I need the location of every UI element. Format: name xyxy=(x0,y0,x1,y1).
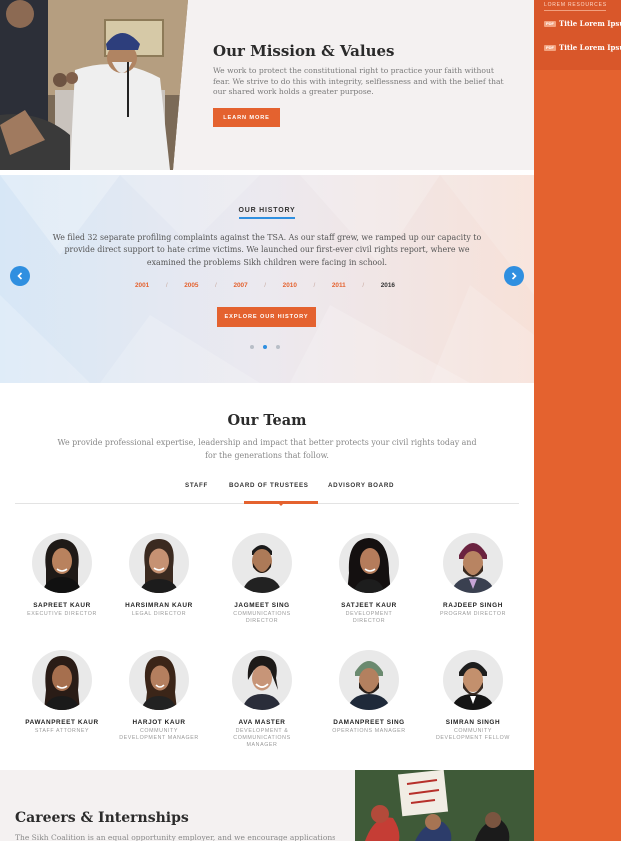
member-name: AVA MASTER xyxy=(238,719,286,726)
tab-staff[interactable]: STAFF xyxy=(185,482,208,489)
member-role: OPERATIONS MANAGER xyxy=(332,728,406,734)
team-member-card[interactable]: HARJOT KAUR COMMUNITY DEVELOPMENT MANAGE… xyxy=(107,650,211,742)
avatar xyxy=(443,650,503,710)
avatar xyxy=(232,650,292,710)
carousel-prev-button[interactable] xyxy=(10,266,30,286)
resource-link[interactable]: PDF Title Lorem Ipsum xyxy=(544,19,621,28)
careers-photo xyxy=(355,770,534,841)
member-role: DEVELOPMENT & COMMUNICATIONS MANAGER xyxy=(233,728,291,748)
pdf-icon: PDF xyxy=(544,20,556,27)
carousel-dot[interactable] xyxy=(250,345,254,349)
member-name: JAGMEET SING xyxy=(234,602,290,609)
team-member-card[interactable]: PAWANPREET KAUR STAFF ATTORNEY xyxy=(10,650,114,735)
careers-description: The Sikh Coalition is an equal opportuni… xyxy=(15,833,335,841)
year-link[interactable]: 2011 xyxy=(332,282,346,289)
member-name: HARJOT KAUR xyxy=(132,719,186,726)
mission-section: Our Mission & Values We work to protect … xyxy=(0,0,534,170)
careers-title: Careers & Internships xyxy=(15,810,189,826)
member-role: PROGRAM DIRECTOR xyxy=(439,611,506,617)
tab-advisory-board[interactable]: ADVISORY BOARD xyxy=(328,482,394,489)
team-member-card[interactable]: JAGMEET SING COMMUNICATIONS DIRECTOR xyxy=(210,533,314,625)
year-separator: / xyxy=(165,282,168,289)
member-role: STAFF ATTORNEY xyxy=(34,728,90,734)
member-name: SIMRAN SINGH xyxy=(445,719,501,726)
mission-title: Our Mission & Values xyxy=(213,42,395,60)
team-member-card[interactable]: SIMRAN SINGH COMMUNITY DEVELOPMENT FELLO… xyxy=(421,650,525,742)
active-tab-notch xyxy=(278,503,284,506)
history-section: OUR HISTORY We filed 32 separate profili… xyxy=(0,175,534,383)
avatar xyxy=(32,533,92,593)
history-label: OUR HISTORY xyxy=(238,207,296,214)
member-role: DEVELOPMENT DIRECTOR xyxy=(345,611,393,624)
year-timeline: 2001 / 2005 / 2007 / 2010 / 2011 / 2016 xyxy=(135,282,395,289)
tab-board-of-trustees[interactable]: BOARD OF TRUSTEES xyxy=(229,482,309,489)
year-link[interactable]: 2010 xyxy=(283,282,297,289)
member-name: DAMANPREET SING xyxy=(333,719,405,726)
resources-divider xyxy=(544,10,606,11)
resources-panel: LOREM RESOURCES PDF Title Lorem Ipsum PD… xyxy=(534,0,621,70)
resources-heading: LOREM RESOURCES xyxy=(544,2,607,8)
member-name: SAPREET KAUR xyxy=(33,602,91,609)
team-member-card[interactable]: AVA MASTER DEVELOPMENT & COMMUNICATIONS … xyxy=(210,650,314,748)
year-separator: / xyxy=(215,282,217,289)
resource-title: Title Lorem Ipsum xyxy=(559,43,621,52)
resource-link[interactable]: PDF Title Lorem Ipsum xyxy=(544,43,621,52)
avatar xyxy=(129,650,189,710)
member-role: COMMUNICATIONS DIRECTOR xyxy=(233,611,291,624)
history-text: We filed 32 separate profiling complaint… xyxy=(52,233,482,267)
avatar xyxy=(232,533,292,593)
avatar xyxy=(32,650,92,710)
team-title: Our Team xyxy=(227,412,307,429)
carousel-dot-active[interactable] xyxy=(263,345,267,349)
member-name: RAJDEEP SINGH xyxy=(443,602,503,609)
year-separator: / xyxy=(362,282,365,289)
year-link-active[interactable]: 2016 xyxy=(381,282,395,289)
team-member-card[interactable]: SATJEET KAUR DEVELOPMENT DIRECTOR xyxy=(317,533,421,625)
year-link[interactable]: 2005 xyxy=(184,282,198,289)
resources-sidebar: LOREM RESOURCES PDF Title Lorem Ipsum PD… xyxy=(534,0,621,841)
learn-more-button[interactable]: LEARN MORE xyxy=(213,108,280,127)
member-role: COMMUNITY DEVELOPMENT MANAGER xyxy=(119,728,199,741)
avatar xyxy=(443,533,503,593)
member-role: EXECUTIVE DIRECTOR xyxy=(27,611,97,617)
member-name: PAWANPREET KAUR xyxy=(25,719,99,726)
year-link[interactable]: 2007 xyxy=(233,282,247,289)
team-member-card[interactable]: SAPREET KAUR EXECUTIVE DIRECTOR xyxy=(10,533,114,618)
member-role: LEGAL DIRECTOR xyxy=(131,611,187,617)
carousel-next-button[interactable] xyxy=(504,266,524,286)
mission-photo xyxy=(0,0,188,170)
careers-section: Careers & Internships The Sikh Coalition… xyxy=(0,770,534,841)
avatar xyxy=(129,533,189,593)
member-name: HARSIMRAN KAUR xyxy=(125,602,193,609)
history-label-underline xyxy=(239,217,295,219)
pdf-icon: PDF xyxy=(544,44,556,51)
avatar xyxy=(339,533,399,593)
year-link[interactable]: 2001 xyxy=(135,282,149,289)
team-member-card[interactable]: HARSIMRAN KAUR LEGAL DIRECTOR xyxy=(107,533,211,618)
mission-description: We work to protect the constitutional ri… xyxy=(213,66,504,97)
chevron-left-icon xyxy=(17,272,23,280)
carousel-dot[interactable] xyxy=(276,345,280,349)
explore-history-button[interactable]: EXPLORE OUR HISTORY xyxy=(217,307,316,327)
team-description: We provide professional expertise, leade… xyxy=(57,438,477,460)
year-separator: / xyxy=(264,282,267,289)
resource-title: Title Lorem Ipsum xyxy=(559,19,621,28)
team-tabs: STAFF BOARD OF TRUSTEES ADVISORY BOARD xyxy=(15,482,519,506)
team-member-card[interactable]: RAJDEEP SINGH PROGRAM DIRECTOR xyxy=(421,533,525,618)
member-name: SATJEET KAUR xyxy=(341,602,397,609)
chevron-right-icon xyxy=(511,272,517,280)
team-member-card[interactable]: DAMANPREET SING OPERATIONS MANAGER xyxy=(317,650,421,735)
avatar xyxy=(339,650,399,710)
carousel-pagination xyxy=(250,345,280,349)
member-role: COMMUNITY DEVELOPMENT FELLOW xyxy=(436,728,510,741)
year-separator: / xyxy=(313,282,316,289)
